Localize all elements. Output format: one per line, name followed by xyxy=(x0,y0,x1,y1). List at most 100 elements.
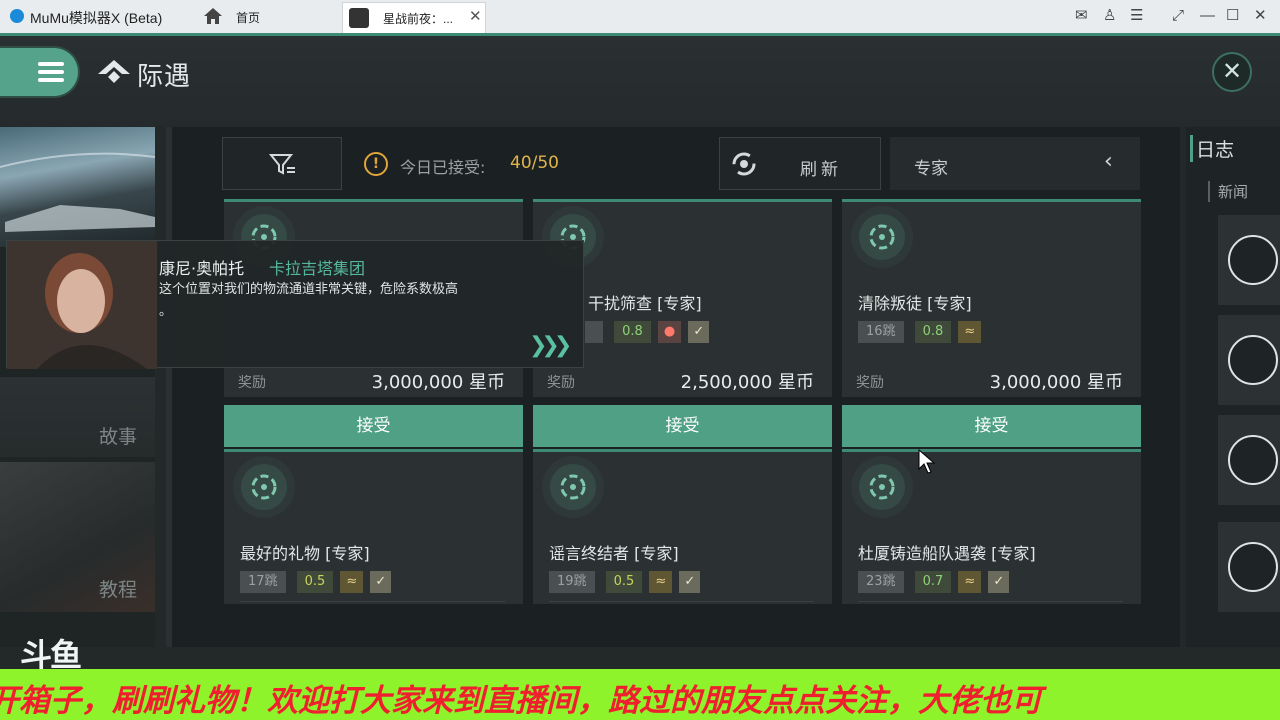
menu-bar xyxy=(38,62,64,66)
difficulty-label: 专家 xyxy=(914,159,948,179)
header: 际遇 ✕ xyxy=(0,36,1280,126)
encounter-type-icon xyxy=(859,464,905,510)
encounter-tags: 19跳 0.5 ≈ ✓ xyxy=(549,571,702,593)
app-name: MuMu模拟器X (Beta) xyxy=(30,10,163,26)
filter-button[interactable] xyxy=(222,137,342,190)
accept-button[interactable]: 接受 xyxy=(842,405,1141,447)
log-sidebar: 日志 新闻 xyxy=(1186,127,1280,647)
jumps-chip: 23跳 xyxy=(858,571,904,593)
check-icon: ✓ xyxy=(679,571,701,593)
tab-label: 星战前夜：... xyxy=(383,12,454,26)
refresh-label: 刷新 xyxy=(800,160,842,180)
accept-button[interactable]: 接受 xyxy=(224,405,523,447)
ship-type-icon: ≈ xyxy=(958,571,982,593)
log-entry[interactable] xyxy=(1218,215,1280,305)
encounter-tags: 17跳 0.5 ≈ ✓ xyxy=(240,571,393,593)
story-label: 故事 xyxy=(98,426,137,448)
dialog-line: 。 xyxy=(159,304,173,319)
encounter-type-icon xyxy=(241,464,287,510)
accept-button[interactable]: 接受 xyxy=(533,405,832,447)
account-icon[interactable]: ♙ xyxy=(1103,6,1116,26)
security-chip: 0.7 xyxy=(914,571,952,593)
jumps-chip: 19跳 xyxy=(549,571,595,593)
encounter-type-icon xyxy=(550,464,596,510)
encounter-title: 干扰筛查 [专家] xyxy=(588,294,702,313)
close-window-icon[interactable]: ✕ xyxy=(1254,6,1267,26)
encounter-title: 谣言终结者 [专家] xyxy=(549,544,679,563)
close-button[interactable]: ✕ xyxy=(1212,52,1252,92)
stream-ticker: 开箱子，刷刷礼物！欢迎打大家来到直播间，路过的朋友点点关注，大佬也可 xyxy=(0,669,1280,720)
tab-close-icon[interactable]: ✕ xyxy=(469,7,482,25)
warning-icon: ! xyxy=(364,152,388,176)
portrait-image xyxy=(7,241,157,369)
ship-type-icon: ≈ xyxy=(340,571,364,593)
encounter-tags: 16跳 0.8 ≈ xyxy=(858,321,983,343)
game-thumbnail-icon xyxy=(349,8,369,28)
encounter-card[interactable]: 最好的礼物 [专家] 17跳 0.5 ≈ ✓ xyxy=(224,449,523,604)
encounter-card[interactable]: 清除叛徒 [专家] 16跳 0.8 ≈ 奖励 3,000,000 星币 接受 xyxy=(842,199,1141,447)
tutorial-label: 教程 xyxy=(98,579,137,601)
category-encounters-thumb[interactable] xyxy=(0,127,156,247)
security-chip: 0.5 xyxy=(605,571,643,593)
security-chip: 0.8 xyxy=(614,321,651,343)
screen-icon[interactable]: ⤢ xyxy=(1172,6,1184,26)
reward-label: 奖励 xyxy=(856,375,884,391)
log-entry-icon xyxy=(1228,435,1278,485)
accepted-today-label: 今日已接受: xyxy=(400,158,486,177)
divider xyxy=(549,601,814,602)
reward-value: 3,000,000 星币 xyxy=(989,372,1123,393)
chevron-left-icon[interactable]: ‹ xyxy=(1104,149,1113,174)
encounter-title: 杜厦铸造船队遇袭 [专家] xyxy=(858,544,1036,563)
npc-corporation: 卡拉吉塔集团 xyxy=(269,259,366,278)
mumu-logo-icon xyxy=(10,9,24,23)
category-story[interactable]: 故事 xyxy=(0,377,155,457)
ship-type-icon: ≈ xyxy=(649,571,673,593)
reward-value: 2,500,000 星币 xyxy=(680,372,814,393)
home-icon[interactable] xyxy=(203,7,223,25)
npc-name: 康尼·奥帕托 xyxy=(159,259,245,278)
home-tab-label[interactable]: 首页 xyxy=(236,9,260,26)
page-title: 际遇 xyxy=(137,62,192,92)
log-title[interactable]: 日志 xyxy=(1190,135,1234,162)
security-chip: 0.8 xyxy=(914,321,952,343)
log-entry[interactable] xyxy=(1218,415,1280,505)
encounter-tags: 0.8 ● ✓ xyxy=(585,321,711,343)
mail-icon[interactable]: ✉ xyxy=(1075,6,1088,26)
menu-icon[interactable]: ☰ xyxy=(1130,6,1143,26)
encounter-card[interactable]: 杜厦铸造船队遇袭 [专家] 23跳 0.7 ≈ ✓ xyxy=(842,449,1141,604)
check-icon: ✓ xyxy=(988,571,1010,593)
jumps-chip: 17跳 xyxy=(240,571,286,593)
minimize-icon[interactable]: — xyxy=(1200,6,1215,26)
active-game-tab[interactable]: 星战前夜：... ✕ xyxy=(342,2,486,33)
dialog-text: 这个位置对我们的物流通道非常关键，危险系数极高 。 xyxy=(159,279,569,323)
refresh-icon xyxy=(732,152,756,176)
next-arrows-icon[interactable]: ❯❯❯ xyxy=(529,333,572,358)
menu-button[interactable] xyxy=(0,48,78,96)
divider xyxy=(240,601,505,602)
ticker-text: 开箱子，刷刷礼物！欢迎打大家来到直播间，路过的朋友点点关注，大佬也可 xyxy=(0,683,1042,719)
news-tab[interactable]: 新闻 xyxy=(1208,181,1248,202)
encounter-card[interactable]: 谣言终结者 [专家] 19跳 0.5 ≈ ✓ xyxy=(533,449,832,604)
filter-icon xyxy=(269,154,295,175)
category-tutorial[interactable]: 教程 xyxy=(0,462,155,612)
difficulty-selector[interactable]: 专家 ‹ xyxy=(890,137,1140,190)
npc-dialog[interactable]: 康尼·奥帕托 卡拉吉塔集团 这个位置对我们的物流通道非常关键，危险系数极高 。 … xyxy=(6,240,584,369)
log-entry-icon xyxy=(1228,542,1278,592)
encounter-tags: 23跳 0.7 ≈ ✓ xyxy=(858,571,1011,593)
reward-label: 奖励 xyxy=(547,375,575,391)
spaceship-image xyxy=(0,152,156,232)
refresh-button[interactable]: 刷新 xyxy=(719,137,881,190)
maximize-icon[interactable]: ☐ xyxy=(1226,6,1239,26)
divider xyxy=(858,601,1123,602)
encounter-emblem-icon xyxy=(98,60,130,83)
npc-portrait xyxy=(7,241,157,369)
log-entry[interactable] xyxy=(1218,315,1280,405)
douyu-logo: 斗鱼 xyxy=(20,636,82,674)
log-entry-icon xyxy=(1228,335,1278,385)
encounter-type-icon xyxy=(859,214,905,260)
log-entry[interactable] xyxy=(1218,522,1280,612)
dialog-line: 这个位置对我们的物流通道非常关键，危险系数极高 xyxy=(159,282,459,297)
left-category-column: 故事 教程 xyxy=(0,127,156,647)
encounter-title: 清除叛徒 [专家] xyxy=(858,294,972,313)
check-icon: ✓ xyxy=(370,571,392,593)
